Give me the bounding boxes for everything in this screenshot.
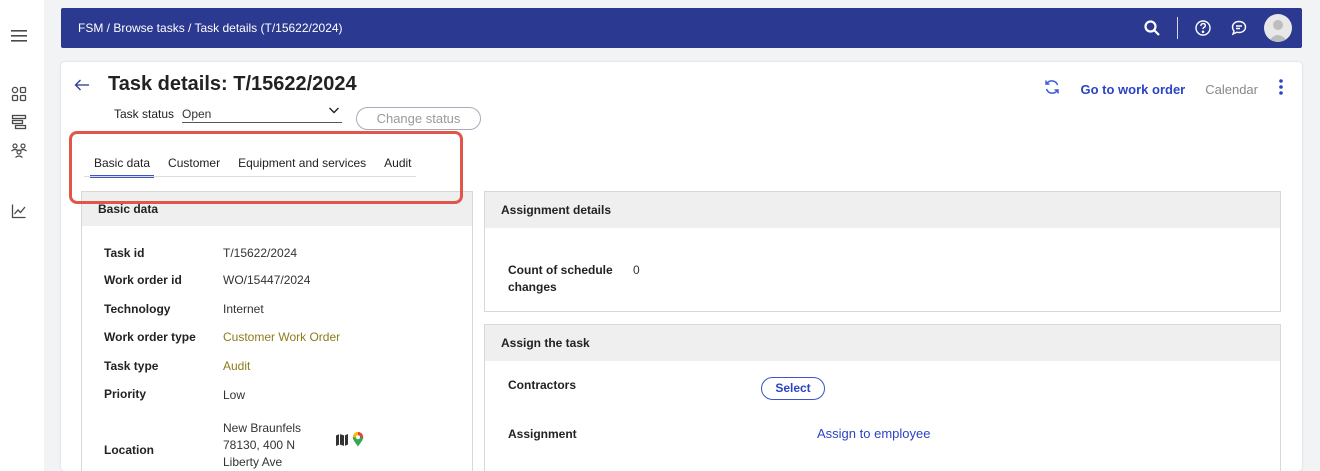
select-contractors-button[interactable]: Select <box>761 377 825 400</box>
refresh-icon[interactable] <box>1043 78 1061 101</box>
hamburger-menu-icon[interactable] <box>9 26 29 46</box>
priority-value: Low <box>223 388 246 402</box>
page-title: Task details: T/15622/2024 <box>108 73 357 95</box>
task-id-value: T/15622/2024 <box>223 246 298 260</box>
work-order-id-value: WO/15447/2024 <box>223 273 311 287</box>
contractors-label: Contractors <box>508 378 577 392</box>
top-bar-actions <box>1141 8 1292 48</box>
map-icon[interactable] <box>335 433 349 450</box>
work-order-id-label: Work order id <box>104 273 182 287</box>
assign-task-header: Assign the task <box>485 325 1280 361</box>
task-type-link[interactable]: Audit <box>223 359 250 373</box>
chevron-down-icon <box>328 105 340 118</box>
header-actions: Go to work order Calendar <box>1043 78 1285 101</box>
assign-task-panel: Assign the task <box>484 324 1281 471</box>
location-value: New Braunfels 78130, 400 N Liberty Ave <box>223 420 301 471</box>
analytics-icon[interactable] <box>9 201 29 221</box>
task-status-value: Open <box>182 107 212 121</box>
priority-label: Priority <box>104 387 147 401</box>
count-of-schedule-changes-value: 0 <box>633 263 640 277</box>
go-to-work-order-link[interactable]: Go to work order <box>1081 82 1186 97</box>
count-label-line: Count of schedule <box>508 263 613 277</box>
assign-to-employee-link[interactable]: Assign to employee <box>817 426 930 441</box>
location-line: Liberty Ave <box>223 455 283 469</box>
work-order-type-link[interactable]: Customer Work Order <box>223 330 340 344</box>
count-of-schedule-changes-label: Count of schedule changes <box>508 262 613 296</box>
dashboard-icon[interactable] <box>9 84 29 104</box>
location-pin-icon[interactable] <box>352 432 364 450</box>
chat-icon[interactable] <box>1228 17 1250 39</box>
technology-value: Internet <box>223 302 264 316</box>
location-line: New Braunfels <box>223 421 302 435</box>
more-options-icon[interactable] <box>1278 78 1284 101</box>
location-label: Location <box>104 443 154 457</box>
assignment-label: Assignment <box>508 427 577 441</box>
location-icons <box>335 432 364 450</box>
left-rail <box>0 0 44 471</box>
user-avatar[interactable] <box>1264 14 1292 42</box>
back-arrow-icon[interactable] <box>74 76 90 97</box>
change-status-button[interactable]: Change status <box>356 107 481 130</box>
assignment-details-header: Assignment details <box>485 192 1280 228</box>
search-icon[interactable] <box>1141 17 1163 39</box>
help-icon[interactable] <box>1192 17 1214 39</box>
tabs-highlight-box <box>69 131 463 204</box>
location-line: 78130, 400 N <box>223 438 296 452</box>
calendar-link[interactable]: Calendar <box>1205 82 1258 97</box>
task-status-label: Task status <box>114 107 175 121</box>
task-status-select[interactable]: Open <box>182 105 342 123</box>
task-type-label: Task type <box>104 359 159 373</box>
top-bar-container: FSM / Browse tasks / Task details (T/156… <box>44 0 1320 55</box>
top-bar: FSM / Browse tasks / Task details (T/156… <box>61 8 1302 48</box>
tasks-icon[interactable] <box>9 112 29 132</box>
team-icon[interactable] <box>9 140 29 160</box>
divider <box>1177 17 1178 39</box>
work-order-type-label: Work order type <box>104 330 196 344</box>
technology-label: Technology <box>104 302 171 316</box>
breadcrumb[interactable]: FSM / Browse tasks / Task details (T/156… <box>78 8 343 48</box>
count-label-line: changes <box>508 280 557 294</box>
task-id-label: Task id <box>104 246 145 260</box>
